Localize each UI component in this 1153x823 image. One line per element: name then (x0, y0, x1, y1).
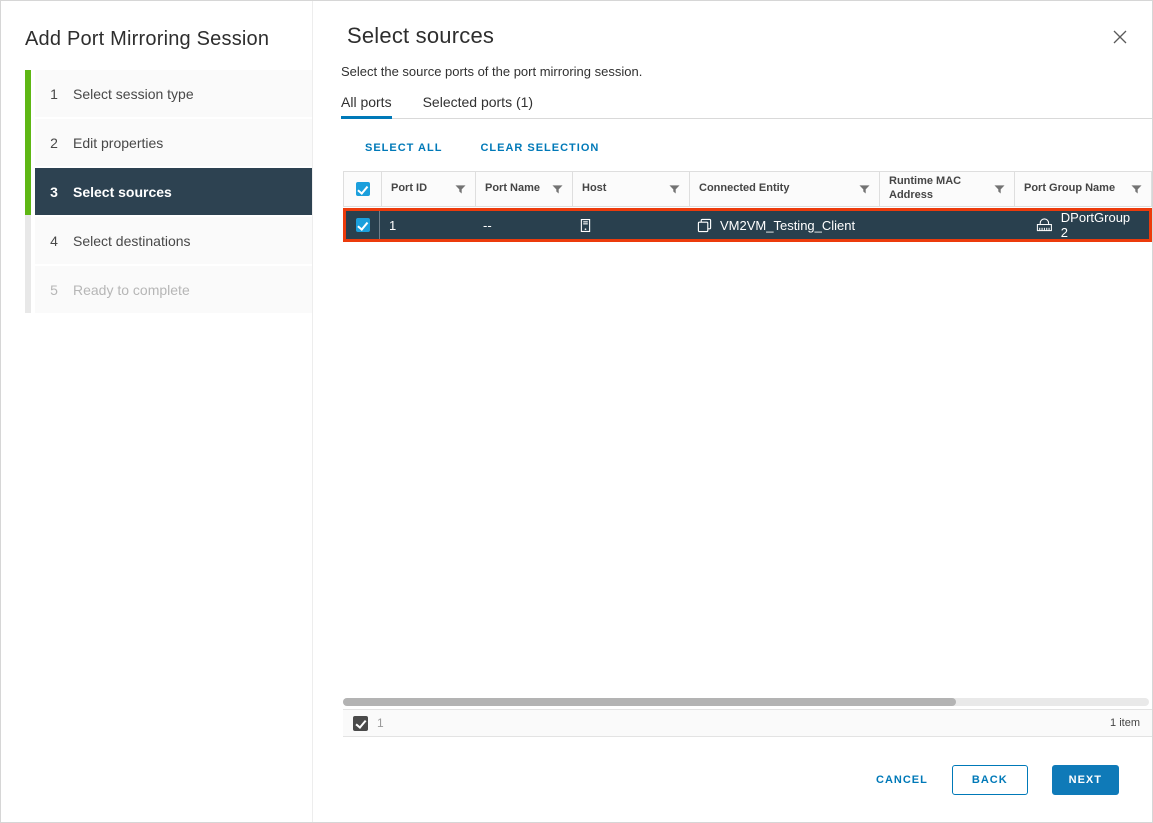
cell-port-group: DPortGroup 2 (1013, 211, 1149, 239)
page-subtitle: Select the source ports of the port mirr… (341, 64, 1152, 79)
step-edit-properties[interactable]: 2 Edit properties (35, 119, 312, 166)
column-label: Port ID (391, 182, 427, 196)
step-label: Edit properties (73, 135, 163, 151)
filter-funnel-icon[interactable] (552, 184, 563, 195)
column-label: Connected Entity (699, 182, 789, 196)
step-number: 1 (48, 86, 60, 102)
clear-selection-button[interactable]: CLEAR SELECTION (480, 142, 599, 154)
column-header-host[interactable]: Host (572, 172, 689, 206)
ports-table: Port ID Port Name Host Connected Entity … (343, 171, 1152, 737)
table-header: Port ID Port Name Host Connected Entity … (343, 171, 1152, 207)
step-ready-to-complete: 5 Ready to complete (35, 266, 312, 313)
step-select-sources[interactable]: 3 Select sources (35, 168, 312, 215)
select-all-checkbox-cell (344, 172, 381, 206)
step-number: 2 (48, 135, 60, 151)
filter-funnel-icon[interactable] (669, 184, 680, 195)
column-header-connected-entity[interactable]: Connected Entity (689, 172, 879, 206)
step-select-session-type[interactable]: 1 Select session type (35, 70, 312, 117)
scrollbar-thumb[interactable] (343, 698, 956, 706)
dialog-actions: CANCEL BACK NEXT (341, 737, 1152, 822)
step-number: 4 (48, 233, 60, 249)
step-label: Select destinations (73, 233, 191, 249)
cancel-button[interactable]: CANCEL (876, 765, 928, 795)
table-body-empty (343, 242, 1152, 695)
wizard-sidebar: Add Port Mirroring Session 1 Select sess… (1, 1, 313, 822)
wizard-content: Select sources Select the source ports o… (313, 1, 1152, 822)
column-header-port-name[interactable]: Port Name (475, 172, 572, 206)
step-label: Ready to complete (73, 282, 190, 298)
footer-item-count: 1 item (1110, 717, 1140, 729)
select-all-button[interactable]: SELECT ALL (365, 142, 442, 154)
tab-selected-ports[interactable]: Selected ports (1) (423, 94, 534, 119)
page-title: Select sources (341, 23, 1152, 49)
footer-selected-count: 1 (377, 716, 384, 730)
tab-all-ports[interactable]: All ports (341, 94, 392, 119)
ports-tabs: All ports Selected ports (1) (341, 94, 1152, 119)
column-header-port-group[interactable]: Port Group Name (1014, 172, 1151, 206)
next-button[interactable]: NEXT (1052, 765, 1119, 795)
filter-funnel-icon[interactable] (455, 184, 466, 195)
column-header-port-id[interactable]: Port ID (381, 172, 475, 206)
step-label: Select session type (73, 86, 194, 102)
step-number: 5 (48, 282, 60, 298)
column-header-runtime-mac[interactable]: Runtime MAC Address (879, 172, 1014, 206)
port-group-name: DPortGroup 2 (1061, 210, 1140, 240)
column-label: Port Name (485, 182, 540, 196)
step-number: 3 (48, 184, 60, 200)
table-footer: 1 1 item (343, 709, 1152, 737)
checkbox-checked-icon[interactable] (356, 182, 370, 196)
footer-selection-checkbox-icon (353, 716, 368, 731)
filter-funnel-icon[interactable] (994, 184, 1005, 195)
column-label: Host (582, 182, 606, 196)
step-label: Select sources (73, 184, 172, 200)
steps-progress-done (25, 70, 31, 215)
cell-port-id: 1 (380, 211, 474, 239)
host-icon (580, 218, 591, 233)
port-group-icon (1036, 218, 1053, 232)
column-label: Runtime MAC Address (889, 175, 990, 203)
cell-port-name: -- (474, 211, 571, 239)
vm-icon (697, 218, 712, 233)
table-row[interactable]: 1 -- VM2VM_Testing_Client DPortGroup 2 (343, 208, 1152, 242)
selection-toolbar: SELECT ALL CLEAR SELECTION (365, 142, 1152, 154)
wizard-steps: 1 Select session type 2 Edit properties … (1, 70, 312, 313)
row-checkbox-cell (346, 211, 380, 239)
close-icon[interactable] (1111, 28, 1129, 46)
connected-entity-name: VM2VM_Testing_Client (720, 218, 855, 233)
checkbox-checked-icon[interactable] (356, 218, 370, 232)
cell-host (571, 211, 688, 239)
wizard-title: Add Port Mirroring Session (25, 26, 288, 52)
horizontal-scrollbar (343, 695, 1149, 709)
back-button[interactable]: BACK (952, 765, 1028, 795)
column-label: Port Group Name (1024, 182, 1115, 196)
add-port-mirroring-dialog: Add Port Mirroring Session 1 Select sess… (0, 0, 1153, 823)
filter-funnel-icon[interactable] (1131, 184, 1142, 195)
scrollbar-track[interactable] (343, 698, 1149, 706)
filter-funnel-icon[interactable] (859, 184, 870, 195)
cell-runtime-mac (878, 211, 1013, 239)
step-select-destinations[interactable]: 4 Select destinations (35, 217, 312, 264)
cell-connected-entity: VM2VM_Testing_Client (688, 211, 878, 239)
